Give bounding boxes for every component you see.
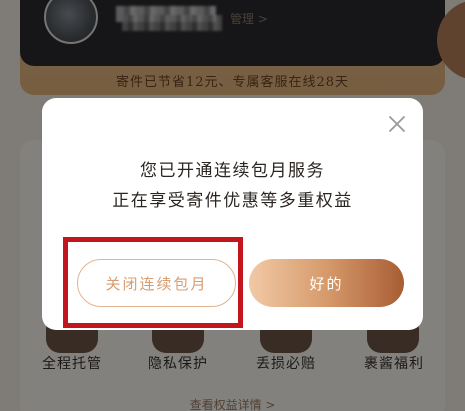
dialog-title: 您已开通连续包月服务 xyxy=(140,161,325,181)
ok-button[interactable]: 好的 xyxy=(249,259,404,307)
close-auto-renew-button[interactable]: 关闭连续包月 xyxy=(77,259,236,307)
close-button[interactable] xyxy=(383,111,411,137)
dialog-subtitle: 正在享受寄件优惠等多重权益 xyxy=(112,191,353,211)
close-icon xyxy=(389,116,405,132)
